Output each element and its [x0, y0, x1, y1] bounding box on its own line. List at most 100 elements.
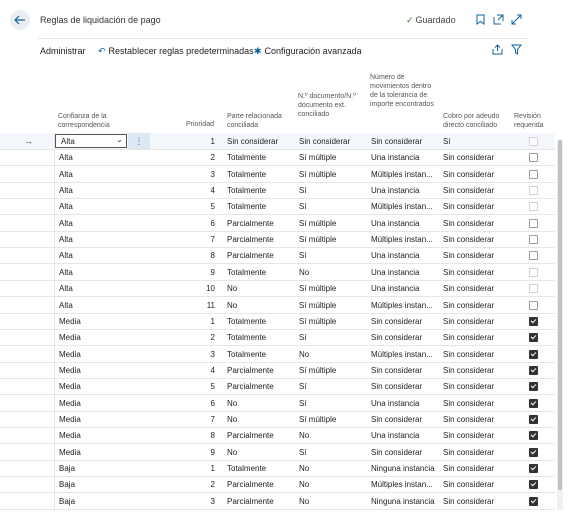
cell-confidence[interactable]: Baja: [59, 464, 119, 473]
review-required-checkbox[interactable]: [529, 333, 538, 343]
cell-priority[interactable]: 8: [180, 251, 215, 260]
cell-priority[interactable]: 4: [180, 366, 215, 375]
review-required-checkbox[interactable]: [529, 382, 538, 392]
reset-rules-button[interactable]: ↶ Restablecer reglas predeterminadas: [98, 46, 254, 57]
cell-priority[interactable]: 3: [180, 170, 215, 179]
cell-priority[interactable]: 4: [180, 186, 215, 195]
cell-movements[interactable]: Múltiples instan...: [371, 235, 441, 244]
cell-direct-debit[interactable]: Sin considerar: [443, 202, 513, 211]
cell-related-party[interactable]: Totalmente: [227, 170, 295, 179]
cell-confidence[interactable]: Alta: [59, 219, 119, 228]
cell-related-party[interactable]: Parcialmente: [227, 480, 295, 489]
cell-movements[interactable]: Múltiples instan...: [371, 202, 441, 211]
review-required-checkbox[interactable]: [529, 414, 538, 424]
cell-confidence[interactable]: Alta: [59, 153, 119, 162]
cell-priority[interactable]: 7: [180, 235, 215, 244]
cell-doc-no[interactable]: No: [299, 268, 367, 277]
cell-direct-debit[interactable]: Sí: [443, 137, 513, 146]
cell-priority[interactable]: 1: [180, 137, 215, 146]
cell-confidence[interactable]: Media: [59, 382, 119, 391]
review-required-checkbox[interactable]: [529, 431, 538, 441]
cell-direct-debit[interactable]: Sin considerar: [443, 235, 513, 244]
col-header-related-party[interactable]: Parte relacionada conciliada: [227, 112, 291, 130]
cell-priority[interactable]: 8: [180, 431, 215, 440]
bookmark-icon[interactable]: [474, 13, 486, 25]
cell-confidence[interactable]: Media: [59, 415, 119, 424]
review-required-checkbox[interactable]: [529, 153, 538, 163]
cell-related-party[interactable]: No: [227, 284, 295, 293]
cell-doc-no[interactable]: Sí: [299, 186, 367, 195]
cell-doc-no[interactable]: Sí: [299, 382, 367, 391]
row-actions-menu-icon[interactable]: ⋮: [128, 133, 150, 149]
cell-related-party[interactable]: Parcialmente: [227, 219, 295, 228]
review-required-checkbox[interactable]: [529, 447, 538, 457]
review-required-checkbox[interactable]: [529, 218, 538, 228]
cell-movements[interactable]: Ninguna instancia: [371, 464, 441, 473]
share-icon[interactable]: [492, 44, 503, 57]
review-required-checkbox[interactable]: [529, 316, 538, 326]
cell-doc-no[interactable]: No: [299, 480, 367, 489]
review-required-checkbox[interactable]: [529, 464, 538, 473]
table-row[interactable]: Alta 10 No Sí múltiple Una instancia Sin cons…: [0, 280, 555, 298]
table-row[interactable]: Alta 3 Totalmente Sí múltiple Múltiples inst…: [0, 165, 555, 183]
review-required-checkbox[interactable]: [529, 137, 538, 146]
cell-movements[interactable]: Sin considerar: [371, 333, 441, 342]
cell-related-party[interactable]: Parcialmente: [227, 497, 295, 506]
table-row[interactable]: Alta 7 Parcialmente Sí múltiple Múltiples in…: [0, 231, 555, 249]
cell-related-party[interactable]: Parcialmente: [227, 366, 295, 375]
col-header-confidence[interactable]: Confianza de la correspondencia: [58, 112, 128, 130]
confidence-select[interactable]: Alta ⌄: [55, 134, 127, 148]
cell-direct-debit[interactable]: Sin considerar: [443, 186, 513, 195]
cell-priority[interactable]: 5: [180, 202, 215, 211]
cell-confidence[interactable]: Alta: [59, 301, 119, 310]
review-required-checkbox[interactable]: [529, 300, 538, 310]
cell-related-party[interactable]: Totalmente: [227, 464, 295, 473]
cell-priority[interactable]: 6: [180, 399, 215, 408]
cell-confidence[interactable]: Media: [59, 399, 119, 408]
cell-related-party[interactable]: Totalmente: [227, 317, 295, 326]
cell-confidence[interactable]: Baja: [59, 497, 119, 506]
table-row[interactable]: Alta 6 Parcialmente Sí múltiple Una instanci…: [0, 214, 555, 232]
open-new-window-icon[interactable]: [492, 13, 504, 25]
cell-related-party[interactable]: Parcialmente: [227, 431, 295, 440]
review-required-checkbox[interactable]: [529, 202, 538, 212]
cell-movements[interactable]: Ninguna instancia: [371, 497, 441, 506]
cell-movements[interactable]: Una instancia: [371, 268, 441, 277]
cell-priority[interactable]: 2: [180, 480, 215, 489]
table-row[interactable]: Baja 1 Totalmente No Ninguna instancia Sin co…: [0, 460, 555, 477]
cell-doc-no[interactable]: Sí: [299, 399, 367, 408]
cell-doc-no[interactable]: Sin considerar: [299, 137, 367, 146]
cell-doc-no[interactable]: No: [299, 350, 367, 359]
table-row[interactable]: Media 5 Parcialmente Sí Sin considerar Sin co…: [0, 378, 555, 396]
cell-doc-no[interactable]: Sí múltiple: [299, 235, 367, 244]
cell-direct-debit[interactable]: Sin considerar: [443, 497, 513, 506]
cell-movements[interactable]: Una instancia: [371, 431, 441, 440]
table-row[interactable]: Alta 8 Parcialmente Sí Una instancia Sin cons…: [0, 247, 555, 265]
cell-direct-debit[interactable]: Sin considerar: [443, 170, 513, 179]
cell-confidence[interactable]: Alta: [59, 202, 119, 211]
cell-doc-no[interactable]: Sí múltiple: [299, 170, 367, 179]
review-required-checkbox[interactable]: [529, 251, 538, 261]
cell-doc-no[interactable]: Sí múltiple: [299, 301, 367, 310]
table-row[interactable]: Alta 5 Totalmente Sí Múltiples instan... Sin …: [0, 198, 555, 216]
review-required-checkbox[interactable]: [529, 186, 538, 196]
cell-related-party[interactable]: Totalmente: [227, 153, 295, 162]
cell-priority[interactable]: 5: [180, 382, 215, 391]
cell-doc-no[interactable]: Sí: [299, 202, 367, 211]
cell-priority[interactable]: 9: [180, 448, 215, 457]
cell-movements[interactable]: Múltiples instan...: [371, 350, 441, 359]
cell-priority[interactable]: 9: [180, 268, 215, 277]
cell-confidence[interactable]: Media: [59, 317, 119, 326]
table-row[interactable]: Media 6 No Sí Una instancia Sin considerar: [0, 394, 555, 412]
cell-direct-debit[interactable]: Sin considerar: [443, 464, 513, 473]
cell-related-party[interactable]: Parcialmente: [227, 235, 295, 244]
review-required-checkbox[interactable]: [529, 480, 538, 490]
cell-priority[interactable]: 10: [180, 284, 215, 293]
table-row[interactable]: Media 2 Totalmente Sí Sin considerar Sin cons…: [0, 329, 555, 347]
cell-priority[interactable]: 1: [180, 317, 215, 326]
col-header-review[interactable]: Revisión requerida: [514, 112, 554, 130]
review-required-checkbox[interactable]: [529, 496, 538, 506]
review-required-checkbox[interactable]: [529, 235, 538, 245]
cell-movements[interactable]: Una instancia: [371, 153, 441, 162]
scrollbar-thumb[interactable]: [558, 140, 562, 490]
